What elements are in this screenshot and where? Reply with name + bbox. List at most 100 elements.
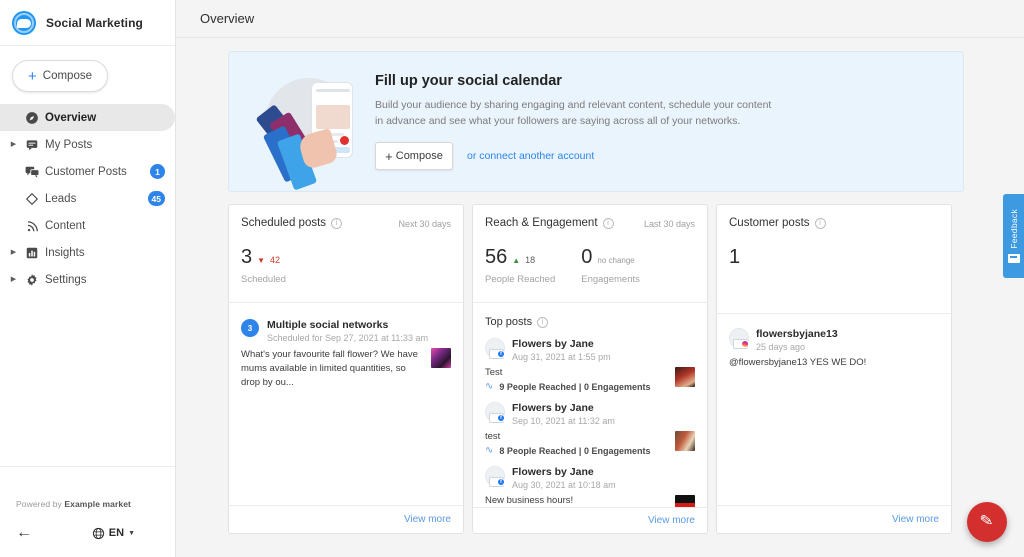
- sidebar-nav: Overview ▶ My Posts Customer Posts 1: [0, 102, 175, 293]
- top-post-header: f Flowers by Jane Aug 31, 2021 at 1:55 p…: [485, 338, 695, 362]
- top-post-name: Flowers by Jane: [512, 466, 616, 478]
- top-post-content: New business hours! ∿ 3 People Reached |…: [485, 495, 695, 507]
- feedback-tab[interactable]: Feedback: [1003, 194, 1024, 278]
- sidebar-item-insights[interactable]: ▶ Insights: [0, 239, 175, 266]
- avatar: f: [485, 466, 505, 486]
- card-stats: 3 ▼ 42 Scheduled: [229, 229, 463, 285]
- view-more-link[interactable]: View more: [404, 514, 451, 525]
- stat-delta: no change: [597, 256, 634, 265]
- bar-chart-icon: [19, 246, 45, 260]
- scheduled-post-text: What's your favourite fall flower? We ha…: [241, 348, 423, 389]
- card-customer-posts: Customer posts i 1: [716, 204, 952, 534]
- card-title: Customer posts: [729, 217, 810, 229]
- sidebar-item-settings[interactable]: ▶ Settings: [0, 266, 175, 293]
- instagram-icon: [741, 340, 749, 348]
- sidebar-footer: ← EN ▼: [0, 509, 175, 557]
- stat-value: 1: [729, 247, 740, 267]
- stat-row: 3 ▼ 42: [241, 247, 286, 267]
- powered-by: Powered by Example market: [0, 467, 175, 509]
- info-icon[interactable]: i: [603, 218, 614, 229]
- page-title: Overview: [200, 11, 254, 26]
- banner-compose-button[interactable]: + Compose: [375, 142, 453, 170]
- sidebar-spacer: [0, 293, 175, 466]
- sidebar-item-label: My Posts: [45, 139, 165, 151]
- pink-flowers-thumbnail-icon: [431, 348, 451, 368]
- photo-thumbnail-2-icon: [675, 431, 695, 451]
- card-scheduled-posts: Scheduled posts i Next 30 days 3 ▼ 42: [228, 204, 464, 534]
- chevron-right-icon[interactable]: ▶: [8, 276, 19, 283]
- scheduled-post-item[interactable]: 3 Multiple social networks Scheduled for…: [241, 303, 451, 389]
- top-post-meta: Flowers by Jane Sep 10, 2021 at 11:32 am: [512, 402, 615, 426]
- language-selector[interactable]: EN ▼: [92, 527, 135, 540]
- banner-body: Fill up your social calendar Build your …: [375, 73, 943, 171]
- stat-row: 56 ▲ 18: [485, 247, 555, 267]
- card-header: Reach & Engagement i Last 30 days: [473, 205, 707, 229]
- chevron-down-icon: ▼: [128, 530, 135, 537]
- globe-icon: [92, 527, 105, 540]
- language-label: EN: [109, 527, 124, 539]
- sidebar-item-leads[interactable]: Leads 45: [0, 185, 175, 212]
- stat-value: 3: [241, 247, 252, 267]
- view-more-link[interactable]: View more: [648, 515, 695, 526]
- sidebar-compose-label: Compose: [43, 70, 92, 82]
- sidebar-item-customer-posts[interactable]: Customer Posts 1: [0, 158, 175, 185]
- plus-icon: +: [385, 150, 393, 163]
- info-icon[interactable]: i: [537, 317, 548, 328]
- scheduled-post-time: Scheduled for Sep 27, 2021 at 11:33 am: [267, 333, 428, 343]
- top-post-item[interactable]: f Flowers by Jane Aug 31, 2021 at 1:55 p…: [485, 328, 695, 392]
- chevron-right-icon[interactable]: ▶: [8, 249, 19, 256]
- brand-name: Social Marketing: [46, 16, 143, 30]
- info-icon[interactable]: i: [331, 218, 342, 229]
- chevron-right-icon[interactable]: ▶: [8, 141, 19, 148]
- sidebar-item-label: Content: [45, 220, 165, 232]
- stat-customer-posts: 1: [729, 247, 740, 296]
- top-post-item[interactable]: f Flowers by Jane Sep 10, 2021 at 11:32 …: [485, 392, 695, 456]
- view-more-link[interactable]: View more: [892, 514, 939, 525]
- stat-delta: 42: [270, 255, 280, 265]
- stat-row: 0 no change: [581, 247, 640, 267]
- top-post-name: Flowers by Jane: [512, 402, 615, 414]
- top-post-col: New business hours! ∿ 3 People Reached |…: [485, 495, 667, 507]
- banner-compose-label: Compose: [396, 150, 443, 162]
- brand-header: Social Marketing: [0, 0, 175, 46]
- scheduled-post-meta: Multiple social networks Scheduled for S…: [267, 319, 428, 343]
- connect-another-account-link[interactable]: or connect another account: [467, 150, 594, 162]
- stat-delta: 18: [525, 255, 535, 265]
- back-arrow-icon[interactable]: ←: [16, 525, 32, 541]
- card-body: Top posts i f Flowers by Jane Aug 31, 20…: [473, 303, 707, 507]
- banner-title: Fill up your social calendar: [375, 73, 943, 89]
- card-body: 3 Multiple social networks Scheduled for…: [229, 303, 463, 505]
- sidebar-badge-customer-posts: 1: [150, 164, 165, 179]
- top-post-content: Test ∿ 9 People Reached | 0 Engagements: [485, 367, 695, 392]
- sidebar-item-overview[interactable]: Overview: [0, 104, 175, 131]
- feedback-label: Feedback: [1009, 209, 1019, 249]
- customer-post-time: 25 days ago: [756, 342, 838, 352]
- facebook-icon: f: [497, 414, 505, 422]
- sidebar: Social Marketing + Compose Overview ▶: [0, 0, 176, 557]
- avatar: [729, 328, 749, 348]
- compose-fab-button[interactable]: ✎: [967, 502, 1007, 542]
- sidebar-item-label: Leads: [45, 193, 148, 205]
- card-header: Scheduled posts i Next 30 days: [229, 205, 463, 229]
- content-area: Fill up your social calendar Build your …: [176, 38, 1024, 557]
- sidebar-item-my-posts[interactable]: ▶ My Posts: [0, 131, 175, 158]
- top-post-item[interactable]: f Flowers by Jane Aug 30, 2021 at 10:18 …: [485, 456, 695, 507]
- avatar: f: [485, 402, 505, 422]
- card-footer: View more: [717, 505, 951, 533]
- topbar: Overview: [176, 0, 1024, 38]
- top-post-metrics: ∿ 8 People Reached | 0 Engagements: [485, 446, 667, 456]
- info-icon[interactable]: i: [815, 218, 826, 229]
- sidebar-item-content[interactable]: Content: [0, 212, 175, 239]
- card-title-wrap: Customer posts i: [729, 217, 826, 229]
- stat-label-spacer: [729, 274, 740, 296]
- stat-value: 0: [581, 247, 592, 267]
- card-stats: 56 ▲ 18 People Reached 0 no change En: [473, 229, 707, 285]
- customer-post-item[interactable]: flowersbyjane13 25 days ago @flowersbyja…: [729, 314, 939, 368]
- stat-scheduled: 3 ▼ 42 Scheduled: [241, 247, 286, 285]
- rss-icon: [19, 219, 45, 233]
- card-reach-engagement: Reach & Engagement i Last 30 days 56 ▲ 1…: [472, 204, 708, 534]
- sidebar-compose-button[interactable]: + Compose: [12, 60, 108, 92]
- sidebar-badge-leads: 45: [148, 191, 165, 206]
- banner-description: Build your audience by sharing engaging …: [375, 98, 775, 130]
- sidebar-item-label: Overview: [45, 112, 165, 124]
